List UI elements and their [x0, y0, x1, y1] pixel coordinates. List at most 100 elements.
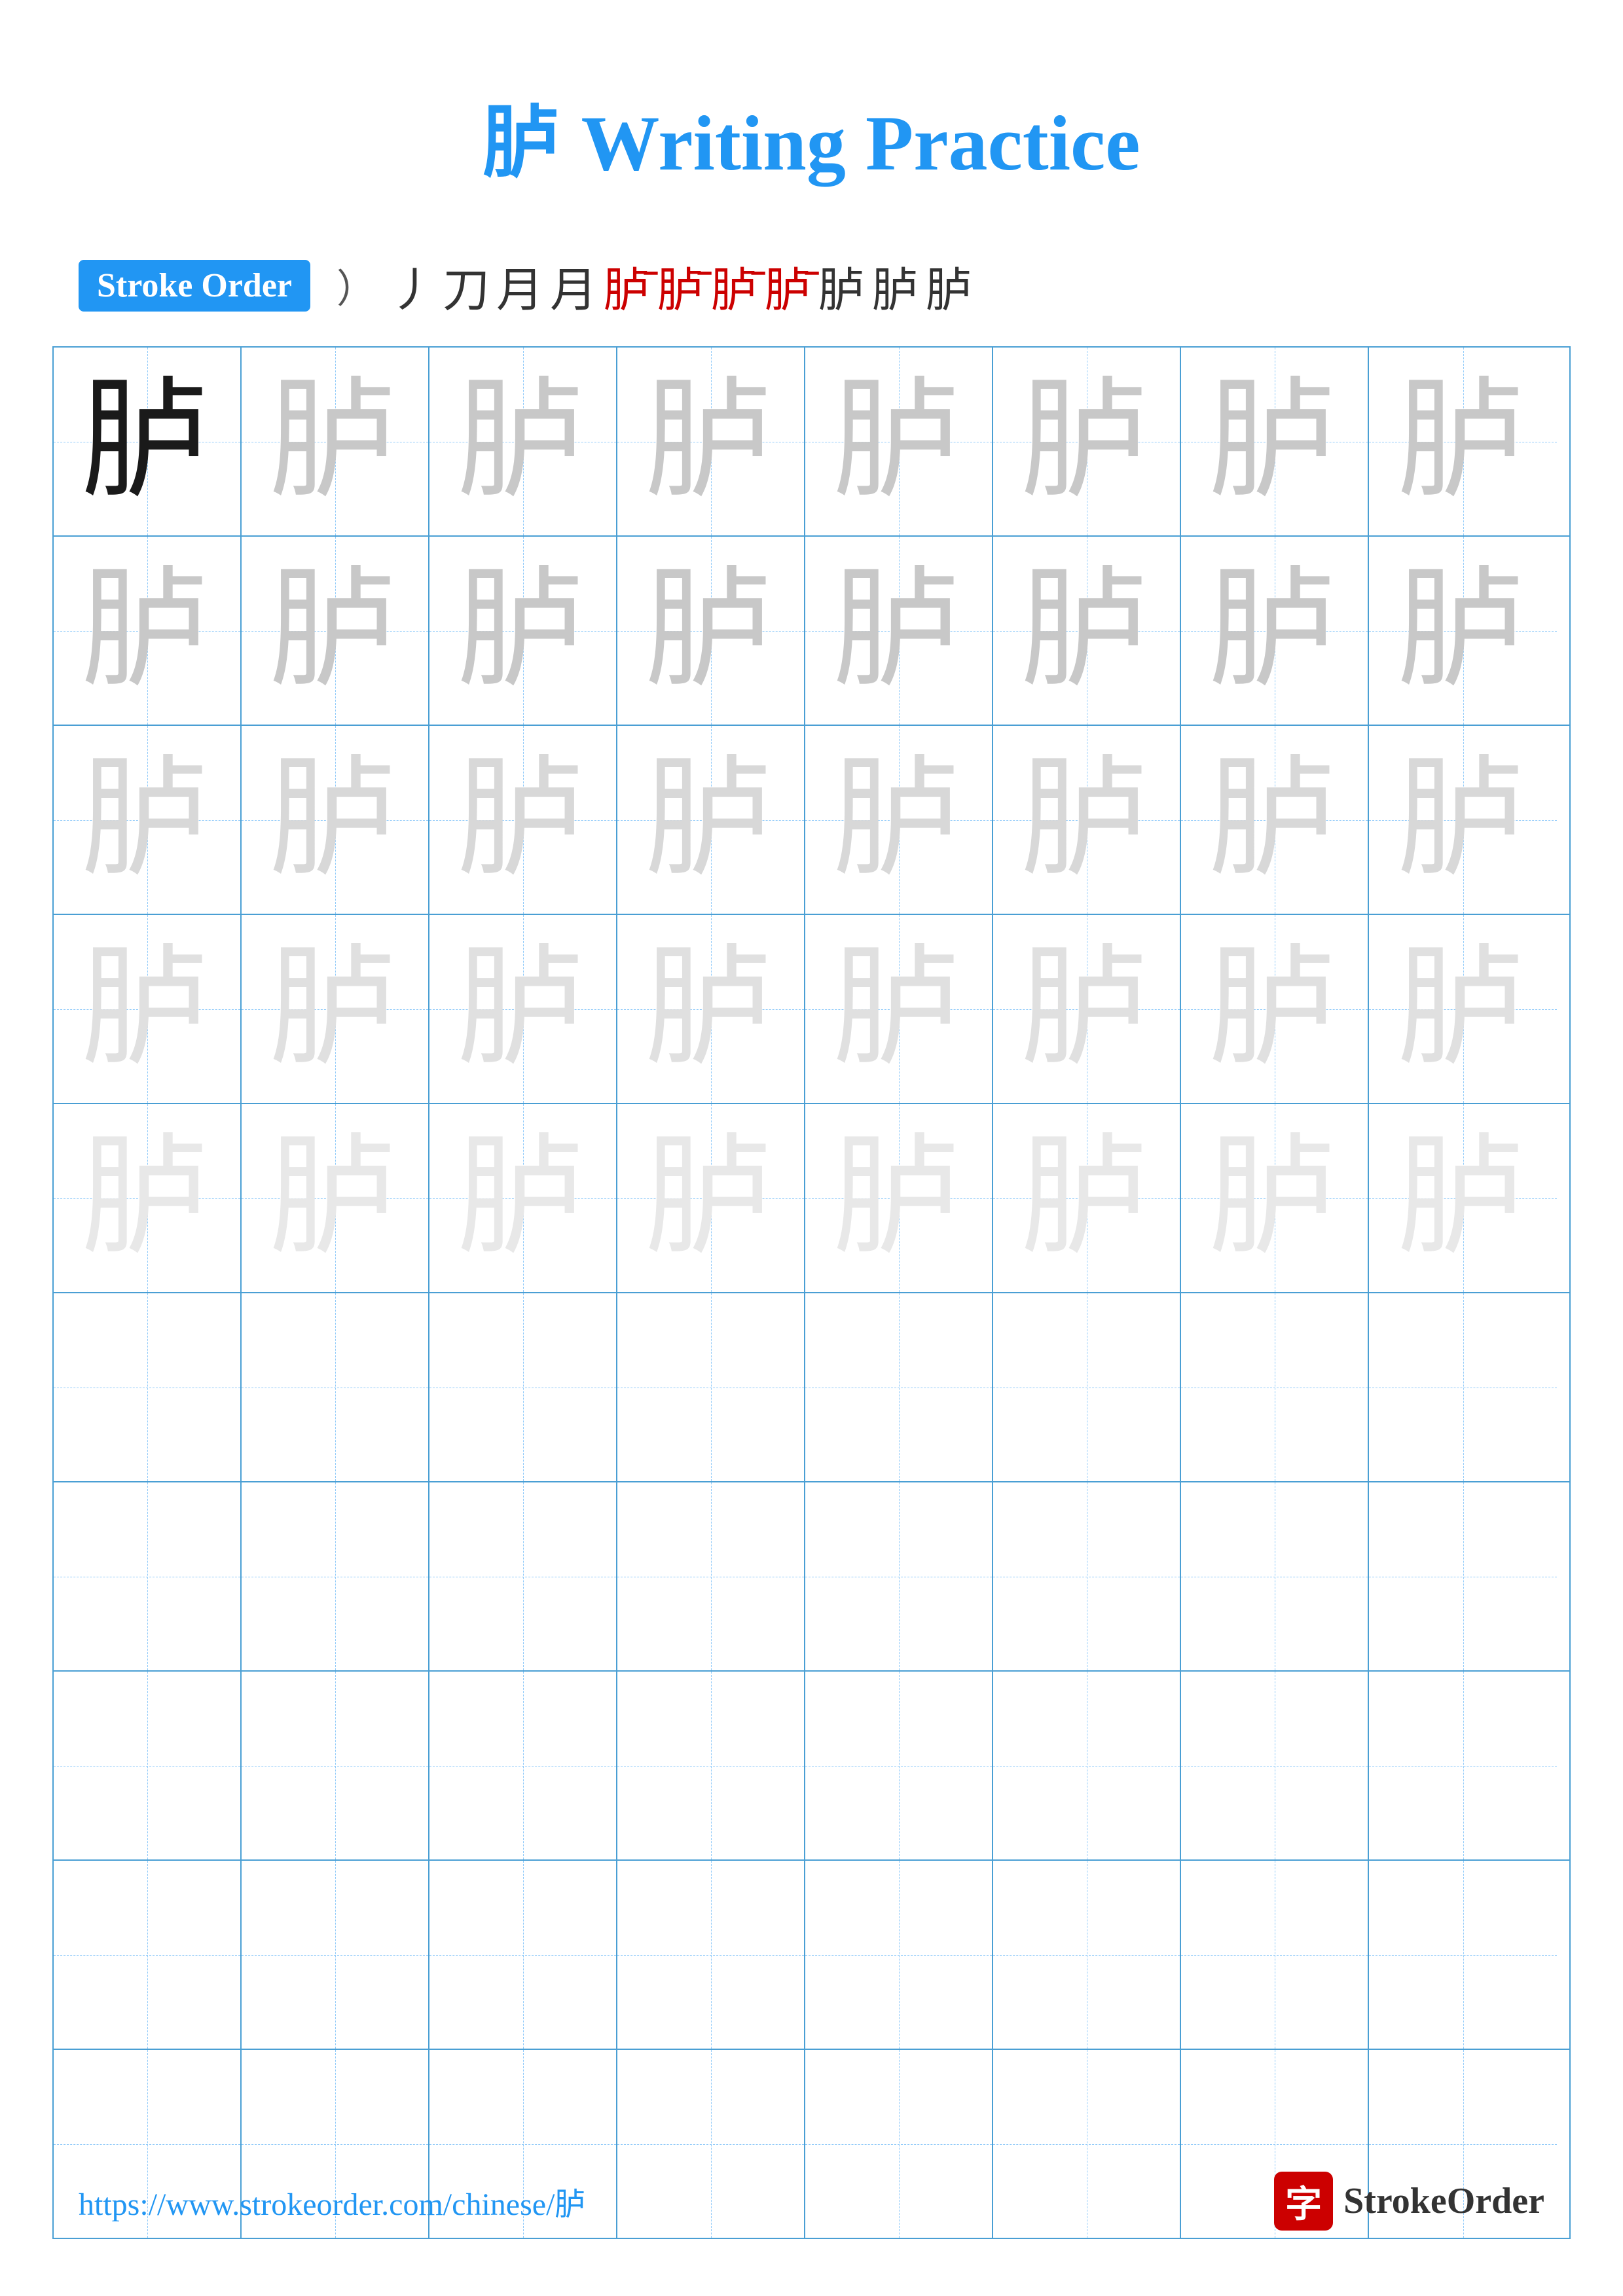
grid-cell-9-2[interactable] [242, 1861, 429, 2049]
grid-cell-8-3[interactable] [429, 1672, 617, 1859]
grid-cell-2-7[interactable]: 胪 [1181, 537, 1369, 725]
grid-cell-7-7[interactable] [1181, 1482, 1369, 1670]
grid-cell-1-2[interactable]: 胪 [242, 348, 429, 535]
grid-row-5: 胪 胪 胪 胪 胪 胪 胪 胪 [54, 1104, 1569, 1293]
grid-cell-8-8[interactable] [1369, 1672, 1557, 1859]
grid-cell-6-5[interactable] [805, 1293, 993, 1481]
grid-row-7 [54, 1482, 1569, 1672]
stroke-11: 胪 [926, 251, 973, 320]
grid-cell-1-6[interactable]: 胪 [993, 348, 1181, 535]
grid-row-3: 胪 胪 胪 胪 胪 胪 胪 胪 [54, 726, 1569, 915]
footer: https://www.strokeorder.com/chinese/胪 字 … [0, 2172, 1623, 2231]
title-text: Writing Practice [561, 99, 1140, 187]
grid-cell-7-5[interactable] [805, 1482, 993, 1670]
grid-row-2: 胪 胪 胪 胪 胪 胪 胪 胪 [54, 537, 1569, 726]
stroke-8: 胪̄ [765, 251, 812, 320]
grid-cell-8-7[interactable] [1181, 1672, 1369, 1859]
grid-cell-7-8[interactable] [1369, 1482, 1557, 1670]
grid-cell-9-1[interactable] [54, 1861, 242, 2049]
grid-cell-1-3[interactable]: 胪 [429, 348, 617, 535]
grid-cell-9-7[interactable] [1181, 1861, 1369, 2049]
grid-cell-4-4[interactable]: 胪 [617, 915, 805, 1103]
practice-grid: 胪 胪 胪 胪 胪 胪 胪 胪 胪 胪 胪 胪 胪 胪 胪 胪 胪 胪 胪 胪 … [52, 346, 1571, 2239]
grid-cell-4-3[interactable]: 胪 [429, 915, 617, 1103]
stroke-5: 胪̄ [604, 251, 651, 320]
grid-cell-9-3[interactable] [429, 1861, 617, 2049]
stroke-1: 丿 [389, 251, 436, 320]
grid-cell-5-7[interactable]: 胪 [1181, 1104, 1369, 1292]
grid-cell-4-1[interactable]: 胪 [54, 915, 242, 1103]
grid-cell-8-2[interactable] [242, 1672, 429, 1859]
stroke-10: 胪 [872, 251, 919, 320]
grid-cell-1-4[interactable]: 胪 [617, 348, 805, 535]
grid-cell-4-8[interactable]: 胪 [1369, 915, 1557, 1103]
grid-cell-8-1[interactable] [54, 1672, 242, 1859]
grid-cell-1-5[interactable]: 胪 [805, 348, 993, 535]
grid-cell-6-6[interactable] [993, 1293, 1181, 1481]
grid-cell-1-1[interactable]: 胪 [54, 348, 242, 535]
grid-cell-7-4[interactable] [617, 1482, 805, 1670]
grid-cell-9-4[interactable] [617, 1861, 805, 2049]
grid-cell-2-2[interactable]: 胪 [242, 537, 429, 725]
grid-cell-8-6[interactable] [993, 1672, 1181, 1859]
logo-icon: 字 [1274, 2172, 1333, 2231]
char-dark: 胪 [81, 376, 212, 507]
grid-cell-9-6[interactable] [993, 1861, 1181, 2049]
grid-cell-6-8[interactable] [1369, 1293, 1557, 1481]
grid-cell-1-7[interactable]: 胪 [1181, 348, 1369, 535]
grid-cell-9-5[interactable] [805, 1861, 993, 2049]
grid-cell-5-1[interactable]: 胪 [54, 1104, 242, 1292]
grid-cell-6-7[interactable] [1181, 1293, 1369, 1481]
stroke-9: 胪 [818, 251, 866, 320]
grid-cell-2-6[interactable]: 胪 [993, 537, 1181, 725]
title-char: 胪 [483, 99, 561, 187]
grid-row-6 [54, 1293, 1569, 1482]
grid-cell-7-3[interactable] [429, 1482, 617, 1670]
stroke-order-badge: Stroke Order [79, 260, 310, 312]
grid-cell-3-1[interactable]: 胪 [54, 726, 242, 914]
grid-cell-6-2[interactable] [242, 1293, 429, 1481]
page-title: 胪 Writing Practice [0, 0, 1623, 232]
grid-cell-5-8[interactable]: 胪 [1369, 1104, 1557, 1292]
stroke-2: 刀 [443, 251, 490, 320]
grid-cell-1-8[interactable]: 胪 [1369, 348, 1557, 535]
grid-cell-4-2[interactable]: 胪 [242, 915, 429, 1103]
grid-cell-3-4[interactable]: 胪 [617, 726, 805, 914]
stroke-separator: ） [337, 257, 376, 314]
grid-cell-2-4[interactable]: 胪 [617, 537, 805, 725]
logo-icon-char: 字 [1285, 2175, 1322, 2228]
grid-cell-6-4[interactable] [617, 1293, 805, 1481]
grid-cell-4-5[interactable]: 胪 [805, 915, 993, 1103]
stroke-7: 胪̄ [711, 251, 758, 320]
grid-row-9 [54, 1861, 1569, 2050]
grid-cell-5-6[interactable]: 胪 [993, 1104, 1181, 1292]
grid-cell-7-6[interactable] [993, 1482, 1181, 1670]
grid-cell-2-3[interactable]: 胪 [429, 537, 617, 725]
grid-row-4: 胪 胪 胪 胪 胪 胪 胪 胪 [54, 915, 1569, 1104]
grid-cell-8-5[interactable] [805, 1672, 993, 1859]
grid-cell-5-4[interactable]: 胪 [617, 1104, 805, 1292]
grid-cell-5-5[interactable]: 胪 [805, 1104, 993, 1292]
grid-cell-7-1[interactable] [54, 1482, 242, 1670]
grid-cell-4-7[interactable]: 胪 [1181, 915, 1369, 1103]
grid-cell-5-3[interactable]: 胪 [429, 1104, 617, 1292]
grid-row-8 [54, 1672, 1569, 1861]
grid-cell-3-7[interactable]: 胪 [1181, 726, 1369, 914]
grid-cell-6-3[interactable] [429, 1293, 617, 1481]
grid-cell-4-6[interactable]: 胪 [993, 915, 1181, 1103]
footer-url[interactable]: https://www.strokeorder.com/chinese/胪 [79, 2178, 586, 2224]
grid-cell-2-5[interactable]: 胪 [805, 537, 993, 725]
grid-cell-8-4[interactable] [617, 1672, 805, 1859]
grid-cell-7-2[interactable] [242, 1482, 429, 1670]
grid-cell-3-8[interactable]: 胪 [1369, 726, 1557, 914]
grid-cell-2-1[interactable]: 胪 [54, 537, 242, 725]
grid-cell-3-5[interactable]: 胪 [805, 726, 993, 914]
grid-cell-3-3[interactable]: 胪 [429, 726, 617, 914]
grid-cell-3-2[interactable]: 胪 [242, 726, 429, 914]
grid-cell-6-1[interactable] [54, 1293, 242, 1481]
grid-cell-3-6[interactable]: 胪 [993, 726, 1181, 914]
grid-row-1: 胪 胪 胪 胪 胪 胪 胪 胪 [54, 348, 1569, 537]
grid-cell-2-8[interactable]: 胪 [1369, 537, 1557, 725]
grid-cell-9-8[interactable] [1369, 1861, 1557, 2049]
grid-cell-5-2[interactable]: 胪 [242, 1104, 429, 1292]
